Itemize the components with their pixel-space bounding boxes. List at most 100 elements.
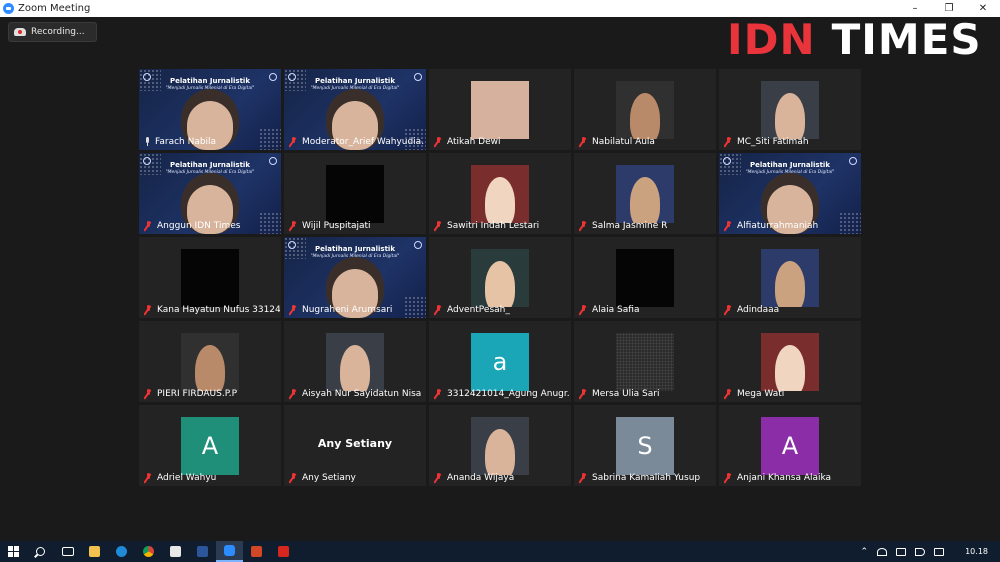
participant-tile[interactable]: Pelatihan Jurnalistik "Menjadi Jurnalis M… xyxy=(284,69,426,150)
participant-tile[interactable]: Mega Wati xyxy=(719,321,861,402)
powerpoint-icon[interactable] xyxy=(243,541,270,562)
participant-name-text: MC_Siti Fatimah xyxy=(737,137,809,147)
participant-name-text: Alfiaturrahmaniah xyxy=(737,221,819,231)
edge-icon[interactable] xyxy=(108,541,135,562)
microphone-muted-icon xyxy=(434,473,443,483)
recording-indicator[interactable]: Recording... xyxy=(8,22,97,42)
participant-video xyxy=(761,333,819,391)
clock[interactable]: 10.18 xyxy=(965,547,988,556)
participant-tile[interactable]: Wijil Puspitajati xyxy=(284,153,426,234)
zoom-app-icon xyxy=(3,3,14,14)
participant-tile[interactable]: A Adriel Wahyu xyxy=(139,405,281,486)
search-icon[interactable] xyxy=(27,541,54,562)
participant-name-text: Anjani Khansa Alaika xyxy=(737,473,832,483)
participant-tile[interactable]: Mersa Ulia Sari xyxy=(574,321,716,402)
participant-name: MC_Siti Fatimah xyxy=(724,136,809,148)
participant-tile[interactable]: Alaia Safia xyxy=(574,237,716,318)
participant-name-text: Nugraheni Arumsari xyxy=(302,305,393,315)
file-explorer-icon[interactable] xyxy=(81,541,108,562)
slide-title: Pelatihan Jurnalistik xyxy=(315,77,395,85)
participant-tile[interactable]: Pelatihan Jurnalistik "Menjadi Jurnalis M… xyxy=(284,237,426,318)
acrobat-icon[interactable] xyxy=(270,541,297,562)
volume-icon[interactable] xyxy=(915,547,926,556)
participant-name-text: Moderator_Arief Wahyudia... xyxy=(302,137,425,147)
participant-name-text: Farach Nabila xyxy=(155,137,217,147)
participant-tile[interactable]: Nabilatul Aula xyxy=(574,69,716,150)
participant-name-text: PIERI FIRDAUS.P.P xyxy=(157,389,238,399)
participant-tile[interactable]: Pelatihan Jurnalistik "Menjadi Jurnalis M… xyxy=(719,153,861,234)
participant-tile[interactable]: AdventPesah_ xyxy=(429,237,571,318)
participant-video xyxy=(181,249,239,307)
microphone-muted-icon xyxy=(289,305,298,315)
system-tray: ⌃ 10.18 xyxy=(861,541,988,562)
windows-taskbar: ⌃ 10.18 xyxy=(0,541,1000,562)
participant-name: Ananda Wijaya xyxy=(434,472,514,484)
participant-tile[interactable]: Salma Jasmine R xyxy=(574,153,716,234)
participant-tile[interactable]: Sawitri Indah Lestari xyxy=(429,153,571,234)
microphone-muted-icon xyxy=(579,473,588,483)
idn-times-logo: IDN TIMES xyxy=(727,14,982,64)
participant-tile[interactable]: MC_Siti Fatimah xyxy=(719,69,861,150)
avatar-letter: a xyxy=(471,333,529,391)
microphone-muted-icon xyxy=(144,389,153,399)
participant-name: Any Setiany xyxy=(289,472,356,484)
microphone-muted-icon xyxy=(724,137,733,147)
participant-tile[interactable]: Atikah Dewi xyxy=(429,69,571,150)
participant-video xyxy=(181,333,239,391)
participant-tile[interactable]: Pelatihan Jurnalistik "Menjadi Jurnalis M… xyxy=(139,69,281,150)
participant-name-text: Ananda Wijaya xyxy=(447,473,515,483)
microphone-muted-icon xyxy=(289,221,298,231)
logo-idn: IDN xyxy=(727,14,816,64)
participant-tile[interactable]: PIERI FIRDAUS.P.P xyxy=(139,321,281,402)
participant-name: PIERI FIRDAUS.P.P xyxy=(144,388,237,400)
microphone-muted-icon xyxy=(289,473,298,483)
notification-icon[interactable] xyxy=(934,547,945,556)
participant-tile[interactable]: Pelatihan Jurnalistik "Menjadi Jurnalis M… xyxy=(139,153,281,234)
participant-tile[interactable]: Any Setiany Any Setiany xyxy=(284,405,426,486)
participant-tile[interactable]: Adindaaa xyxy=(719,237,861,318)
participant-tile[interactable]: Kana Hayatun Nufus 33124... xyxy=(139,237,281,318)
participant-video xyxy=(761,249,819,307)
window-title: Zoom Meeting xyxy=(18,3,91,14)
chrome-icon[interactable] xyxy=(135,541,162,562)
word-icon[interactable] xyxy=(189,541,216,562)
gallery-grid: Pelatihan Jurnalistik "Menjadi Jurnalis M… xyxy=(139,69,861,486)
participant-name: Atikah Dewi xyxy=(434,136,501,148)
store-icon[interactable] xyxy=(162,541,189,562)
windows-start-icon[interactable] xyxy=(0,541,27,562)
participant-name: Anjani Khansa Alaika xyxy=(724,472,831,484)
battery-icon[interactable] xyxy=(896,547,907,556)
participant-video xyxy=(326,165,384,223)
participant-tile[interactable]: Aisyah Nur Sayidatun Nisa xyxy=(284,321,426,402)
microphone-muted-icon xyxy=(434,389,443,399)
participant-tile[interactable]: A Anjani Khansa Alaika xyxy=(719,405,861,486)
participant-name-text: Mersa Ulia Sari xyxy=(592,389,660,399)
participant-name: Kana Hayatun Nufus 33124... xyxy=(144,304,280,316)
chevron-up-icon[interactable]: ⌃ xyxy=(861,547,869,557)
participant-name: Alaia Safia xyxy=(579,304,639,316)
participant-name-text: Adriel Wahyu xyxy=(157,473,217,483)
microphone-muted-icon xyxy=(289,137,298,147)
participant-tile[interactable]: Ananda Wijaya xyxy=(429,405,571,486)
microphone-muted-icon xyxy=(579,137,588,147)
participant-name: Salma Jasmine R xyxy=(579,220,667,232)
participant-video xyxy=(616,165,674,223)
zoom-icon[interactable] xyxy=(216,541,243,562)
microphone-muted-icon xyxy=(434,305,443,315)
participant-video xyxy=(761,81,819,139)
participant-video xyxy=(471,249,529,307)
participant-name-text: Alaia Safia xyxy=(592,305,640,315)
participant-name-text: Wijil Puspitajati xyxy=(302,221,371,231)
participant-tile[interactable]: a 3312421014_Agung Anugr... xyxy=(429,321,571,402)
slide-subtitle: "Menjadi Jurnalis Milenial di Era Digita… xyxy=(310,254,400,259)
participant-name: Sawitri Indah Lestari xyxy=(434,220,539,232)
participant-tile[interactable]: S Sabrina Kamaliah Yusup xyxy=(574,405,716,486)
microphone-muted-icon xyxy=(724,389,733,399)
network-icon[interactable] xyxy=(877,547,888,556)
participant-video xyxy=(616,249,674,307)
task-view-icon[interactable] xyxy=(54,541,81,562)
participant-name: Adriel Wahyu xyxy=(144,472,216,484)
microphone-muted-icon xyxy=(144,221,153,231)
participant-name: Nugraheni Arumsari xyxy=(289,304,392,316)
recording-cloud-icon xyxy=(14,28,26,36)
